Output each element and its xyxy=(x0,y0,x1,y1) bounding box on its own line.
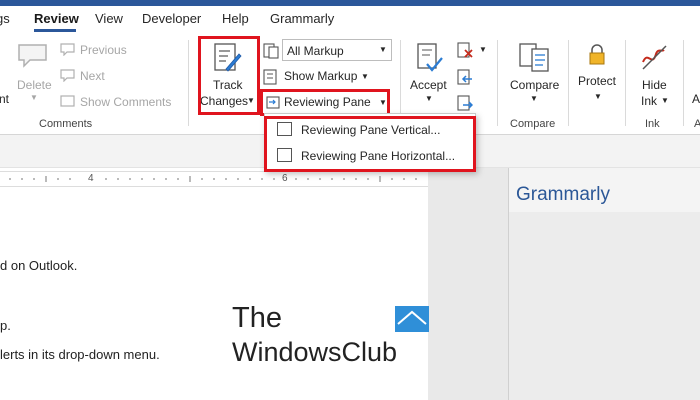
grammarly-panel: Grammarly xyxy=(508,168,700,400)
windows-logo-icon xyxy=(395,306,429,332)
next-comment-button[interactable]: Next xyxy=(80,69,105,83)
display-for-review-icon xyxy=(263,43,279,59)
grammarly-panel-body xyxy=(509,212,700,400)
chevron-down-icon: ▼ xyxy=(361,72,369,81)
group-separator xyxy=(568,40,569,126)
chevron-down-icon: ▼ xyxy=(594,92,602,101)
previous-change-icon[interactable] xyxy=(457,69,473,85)
tab-view[interactable]: View xyxy=(95,11,123,26)
protect-button[interactable]: Protect xyxy=(578,74,616,88)
document-line: lerts in its drop-down menu. xyxy=(0,347,160,362)
group-separator xyxy=(683,40,684,126)
tab-grammarly[interactable]: Grammarly xyxy=(270,11,334,26)
next-group-label-partial: A xyxy=(694,118,700,130)
hide-ink-label-line1[interactable]: Hide xyxy=(642,78,667,92)
chevron-down-icon: ▼ xyxy=(661,96,669,105)
ruler-ticks xyxy=(9,176,417,182)
document-line: p. xyxy=(0,318,11,333)
show-comments-button[interactable]: Show Comments xyxy=(80,95,171,109)
next-change-icon[interactable] xyxy=(457,95,473,111)
tab-review[interactable]: Review xyxy=(34,11,79,26)
document-page[interactable]: d on Outlook. p. lerts in its drop-down … xyxy=(0,187,428,400)
group-separator xyxy=(497,40,498,126)
next-group-button-partial[interactable]: A xyxy=(692,92,700,106)
tab-settings-partial[interactable]: gs xyxy=(0,11,10,26)
chevron-down-icon: ▼ xyxy=(530,94,538,103)
chevron-down-icon: ▼ xyxy=(379,45,387,54)
reviewing-pane-menu-highlight xyxy=(264,116,476,172)
compare-button[interactable]: Compare xyxy=(510,78,559,92)
group-separator xyxy=(188,40,189,126)
compare-group-label: Compare xyxy=(510,118,556,130)
hide-ink-label-line2[interactable]: Ink xyxy=(641,94,657,108)
show-markup-icon xyxy=(263,69,277,85)
show-comments-icon xyxy=(60,95,75,107)
track-changes-highlight xyxy=(198,36,260,115)
watermark-text: WindowsClub xyxy=(232,337,398,367)
delete-comment-button[interactable]: Delete xyxy=(17,78,52,92)
ruler-mark: 4 xyxy=(88,173,94,184)
ruler-mark: 6 xyxy=(282,173,288,184)
tab-developer[interactable]: Developer xyxy=(142,11,201,26)
accept-button[interactable]: Accept xyxy=(410,78,447,92)
grammarly-panel-title: Grammarly xyxy=(516,184,610,205)
next-comment-icon xyxy=(60,69,75,82)
horizontal-ruler[interactable]: 4 6 xyxy=(0,171,428,187)
show-markup-button[interactable]: Show Markup xyxy=(284,69,357,83)
new-comment-label-partial[interactable]: nt xyxy=(0,92,9,106)
ribbon-tabs: gs Review View Developer Help Grammarly xyxy=(0,6,700,32)
ink-group-label: Ink xyxy=(645,118,660,130)
hide-ink-icon xyxy=(642,45,667,70)
previous-comment-button[interactable]: Previous xyxy=(80,43,127,57)
chevron-down-icon: ▼ xyxy=(479,45,487,54)
comments-group-label: Comments xyxy=(39,118,93,130)
reviewing-pane-highlight xyxy=(260,89,390,116)
lock-icon xyxy=(589,44,605,65)
watermark-text: The xyxy=(232,302,282,334)
chevron-down-icon: ▼ xyxy=(30,93,38,102)
accept-change-icon xyxy=(417,43,443,72)
markup-select[interactable]: All Markup ▼ xyxy=(282,39,392,61)
document-gutter xyxy=(428,168,508,400)
reject-change-icon[interactable] xyxy=(457,42,473,58)
previous-comment-icon xyxy=(60,43,75,56)
delete-comment-icon xyxy=(18,44,47,68)
compare-icon xyxy=(519,43,549,72)
document-line: d on Outlook. xyxy=(0,258,78,273)
markup-select-value: All Markup xyxy=(287,44,344,58)
chevron-down-icon: ▼ xyxy=(425,94,433,103)
vertical-scrollbar[interactable] xyxy=(694,168,700,400)
tab-help[interactable]: Help xyxy=(222,11,249,26)
group-separator xyxy=(625,40,626,126)
